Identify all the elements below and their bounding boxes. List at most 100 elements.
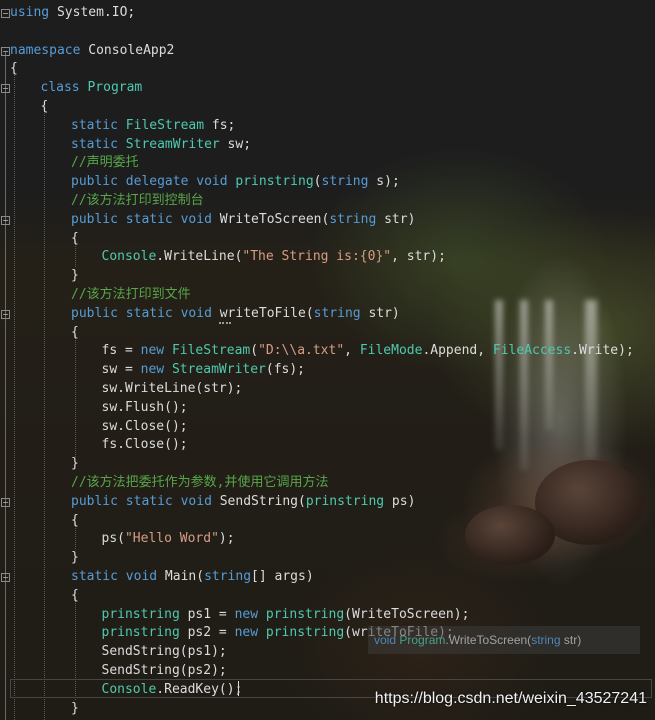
code-text: sw = new StreamWriter(fs);: [102, 360, 306, 379]
code-token: fs =: [101, 343, 141, 359]
code-editor[interactable]: using System.IO; namespace ConsoleApp2{cl…: [0, 0, 655, 720]
code-token: sw;: [219, 136, 252, 152]
text-caret: [238, 681, 239, 696]
code-text: sw.WriteLine(str);: [102, 379, 243, 398]
code-text: prinstring ps1 = new prinstring(WriteToS…: [102, 605, 470, 624]
code-token: Program: [87, 80, 143, 96]
code-token: //该方法打印到文件: [71, 287, 191, 302]
code-token: string: [329, 211, 377, 227]
code-token: FileStream: [171, 343, 251, 359]
code-token: prinstring: [265, 625, 345, 641]
code-token: (: [313, 174, 322, 190]
code-token: void: [180, 305, 212, 321]
code-token: sw.Close();: [101, 418, 188, 434]
code-token: //该方法把委托作为参数,并使用它调用方法: [71, 475, 329, 490]
code-token: using: [10, 5, 50, 20]
code-token: static: [125, 493, 173, 509]
code-token: FileStream: [125, 117, 205, 133]
code-token: ConsoleApp2: [80, 42, 175, 58]
code-token: //声明委托: [71, 155, 139, 171]
code-token: FileAccess: [492, 343, 572, 359]
code-token: str): [376, 211, 416, 227]
code-token: SendString(ps1);: [101, 644, 227, 660]
code-text: {: [71, 323, 79, 342]
code-token: Console: [101, 249, 157, 265]
code-token: {: [10, 61, 18, 77]
code-text: public static void writeToFile(string st…: [71, 304, 400, 323]
collapse-icon[interactable]: −: [1, 9, 10, 18]
code-token: void: [196, 174, 228, 190]
code-token: delegate: [125, 174, 189, 190]
code-token: "The String is:{0}": [242, 249, 392, 265]
code-token: sw.Flush();: [101, 399, 188, 415]
code-token: prinstring: [305, 493, 385, 509]
code-token: {: [71, 587, 79, 603]
code-token: void: [125, 569, 158, 584]
code-token: }: [71, 700, 79, 716]
code-text: //声明委托: [71, 153, 139, 172]
collapse-icon[interactable]: −: [1, 497, 10, 507]
code-token: SendString(ps2);: [101, 663, 227, 678]
code-token: "Hello Word": [124, 531, 219, 547]
code-token: ps1 =: [179, 606, 235, 622]
code-token: .Append,: [422, 343, 493, 359]
tooltip-param: str): [560, 633, 582, 647]
code-text: public delegate void prinstring(string s…: [71, 172, 400, 191]
code-token: static: [71, 117, 118, 133]
code-text: sw.Flush();: [102, 398, 188, 417]
code-token: new: [234, 606, 259, 622]
code-token: .Write);: [571, 343, 634, 359]
code-token: ps): [384, 493, 416, 509]
code-token: FileMode: [359, 343, 423, 359]
code-text: static FileStream fs;: [71, 116, 235, 135]
collapse-icon[interactable]: −: [1, 309, 10, 319]
code-text: {: [71, 511, 79, 530]
code-token: prinstring: [101, 625, 180, 641]
code-text: fs.Close();: [102, 435, 188, 454]
code-token: static: [71, 136, 118, 152]
watermark-url: https://blog.csdn.net/weixin_43527241: [374, 690, 647, 707]
code-token: static: [71, 569, 118, 584]
code-token: StreamWriter: [125, 136, 220, 152]
code-token: {: [40, 99, 49, 114]
code-token: new: [140, 343, 165, 359]
code-token: {: [71, 324, 79, 340]
code-text: namespace ConsoleApp2: [10, 41, 174, 60]
background-waterfall: [520, 300, 528, 470]
background-waterfall: [495, 300, 503, 450]
code-token: System.IO;: [49, 5, 136, 20]
code-text: //该方法打印到文件: [71, 285, 191, 304]
code-token: //该方法打印到控制台: [71, 193, 204, 208]
collapse-icon[interactable]: −: [1, 215, 10, 225]
code-token: ps2 =: [179, 625, 235, 641]
code-token: prinstring: [101, 606, 180, 622]
code-token: "D:\\a.txt": [258, 343, 345, 359]
code-text: {: [71, 586, 79, 605]
code-text: fs = new FileStream("D:\\a.txt", FileMod…: [102, 341, 634, 360]
code-token: void: [180, 211, 212, 227]
code-token: str): [360, 305, 400, 321]
collapse-icon[interactable]: −: [1, 573, 10, 582]
code-token: StreamWriter: [171, 362, 266, 378]
code-token: new: [234, 625, 259, 641]
tooltip-method: .WriteToScreen(: [445, 633, 532, 647]
spell-check-squiggle: [219, 320, 231, 324]
code-token: s);: [368, 174, 400, 190]
code-token: public: [71, 493, 118, 509]
code-token: string: [204, 569, 252, 584]
collapse-icon[interactable]: −: [1, 84, 10, 94]
collapse-icon[interactable]: −: [1, 46, 10, 56]
background-waterfall: [585, 300, 597, 460]
indent-guide: [14, 72, 15, 720]
code-text: using System.IO;: [10, 3, 135, 22]
code-text: }: [71, 266, 79, 285]
code-token: class: [40, 80, 80, 96]
